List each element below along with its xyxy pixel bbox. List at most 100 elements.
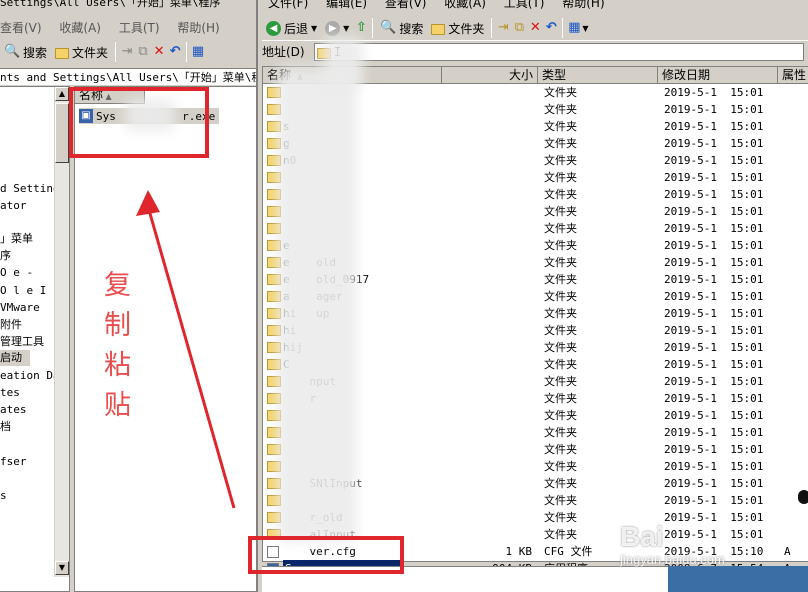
tree-item[interactable]: tes	[0, 385, 20, 401]
file-date: 2019-5-1 15:01	[664, 103, 764, 116]
tree-item[interactable]: VMware	[0, 300, 40, 316]
copy-to-icon[interactable]: ⧉	[135, 44, 151, 60]
file-date: 2019-5-1 15:01	[664, 222, 764, 235]
left-menu-tools[interactable]: 工具(T)	[119, 21, 160, 35]
undo-icon[interactable]: ↶	[543, 20, 559, 36]
menu-view[interactable]: 查看(V)	[385, 0, 427, 10]
col-type[interactable]: 类型	[538, 67, 658, 84]
tree-item[interactable]: s	[0, 488, 7, 504]
tree-item[interactable]: 管理工具	[0, 334, 44, 350]
copy-to-icon[interactable]: ⧉	[511, 20, 527, 36]
col-type-label: 类型	[542, 68, 567, 82]
left-address-bar[interactable]: nts and Settings\All Users\「开始」菜单\程序	[0, 68, 256, 85]
menu-edit[interactable]: 编辑(E)	[326, 0, 367, 10]
file-list: 名称▲ 大小 类型 修改日期 属性 文件夹2019-5-1 15:01文件夹20…	[262, 37, 808, 577]
tree-item[interactable]: ator	[0, 198, 27, 214]
up-folder-icon[interactable]: ⇧	[353, 20, 369, 36]
col-attr[interactable]: 属性	[778, 67, 808, 84]
tree-item[interactable]: 档	[0, 419, 11, 435]
file-date: 2019-5-1 15:01	[664, 137, 764, 150]
file-date: 2019-5-1 15:01	[664, 120, 764, 133]
annotation-copy-paste: 复 制 粘 贴	[104, 266, 134, 426]
menu-favorites[interactable]: 收藏(A)	[444, 0, 486, 10]
address-label: 地址(D)	[262, 45, 305, 59]
file-type: 文件夹	[544, 494, 577, 507]
file-date: 2019-5-1 15:01	[664, 154, 764, 167]
forward-arrow-icon: ▶	[325, 20, 341, 36]
left-folders-label: 文件夹	[72, 45, 109, 60]
dropdown-arrow-icon[interactable]: ▼	[343, 24, 349, 33]
left-search-button[interactable]: 🔍 搜索	[0, 41, 51, 63]
file-type: 文件夹	[544, 409, 577, 422]
scroll-up-icon[interactable]: ▲	[55, 87, 69, 101]
file-type: 文件夹	[544, 392, 577, 405]
folders-label: 文件夹	[448, 21, 485, 36]
file-type: 文件夹	[544, 256, 577, 269]
left-menu-help[interactable]: 帮助(H)	[177, 21, 219, 35]
file-type: 文件夹	[544, 307, 577, 320]
col-attr-label: 属性	[782, 68, 807, 82]
dropdown-arrow-icon[interactable]: ▼	[311, 24, 317, 33]
col-modified[interactable]: 修改日期	[658, 67, 778, 84]
file-date: 2019-5-1 15:01	[664, 443, 764, 456]
file-type: 文件夹	[544, 273, 577, 286]
left-menu-view[interactable]: 查看(V)	[0, 21, 42, 35]
file-size: 1 KB	[505, 545, 533, 558]
address-input[interactable]: I	[314, 43, 804, 61]
annotation-char: 复	[104, 270, 131, 301]
toolbar-separator	[115, 42, 117, 62]
tree-item[interactable]: 序	[0, 248, 11, 264]
views-icon[interactable]: ▦	[190, 44, 206, 60]
highlight-box-destination	[69, 87, 209, 158]
tree-item[interactable]: fser	[0, 454, 27, 470]
tree-item[interactable]: 」菜单	[0, 231, 33, 247]
file-type: 文件夹	[544, 120, 577, 133]
back-button[interactable]: ◀ 后退 ▼	[262, 17, 321, 39]
move-to-icon[interactable]: ⇥	[495, 20, 511, 36]
menu-help[interactable]: 帮助(H)	[562, 0, 604, 10]
toolbar-separator	[562, 18, 564, 38]
toolbar-separator	[491, 18, 493, 38]
search-button[interactable]: 🔍 搜索	[376, 17, 427, 39]
undo-icon[interactable]: ↶	[167, 44, 183, 60]
file-type: 文件夹	[544, 205, 577, 218]
file-date: 2019-5-1 15:01	[664, 273, 764, 286]
delete-icon[interactable]: ✕	[151, 44, 167, 60]
menu-file[interactable]: 文件(F)	[268, 0, 308, 10]
file-type: 文件夹	[544, 86, 577, 99]
tree-scrollbar[interactable]: ▲ ▼	[54, 87, 69, 577]
dropdown-arrow-icon[interactable]: ▼	[582, 24, 588, 33]
file-date: 2019-5-1 15:01	[664, 239, 764, 252]
col-size[interactable]: 大小	[442, 67, 538, 84]
file-date: 2019-5-1 15:01	[664, 86, 764, 99]
tree-item-startup[interactable]: 启动	[0, 350, 30, 366]
file-date: 2019-5-1 15:01	[664, 494, 764, 507]
scroll-thumb[interactable]	[55, 103, 69, 163]
back-label: 后退	[284, 21, 309, 36]
tree-item[interactable]: 附件	[0, 317, 22, 333]
file-type: 文件夹	[544, 137, 577, 150]
tree-item[interactable]: d Setting	[0, 181, 60, 197]
views-icon[interactable]: ▦	[566, 20, 582, 36]
file-date: 2019-5-1 15:01	[664, 171, 764, 184]
file-type: 文件夹	[544, 290, 577, 303]
delete-icon[interactable]: ✕	[527, 20, 543, 36]
folder-icon	[55, 47, 70, 59]
tree-item[interactable]: O e -	[0, 265, 33, 281]
left-title-path: Settings\All Users\「开始」菜单\程序	[0, 0, 221, 9]
forward-button[interactable]: ▶ ▼	[321, 17, 353, 39]
file-type: 文件夹	[544, 103, 577, 116]
move-to-icon[interactable]: ⇥	[119, 44, 135, 60]
baidu-watermark: Bai jingyan.baidu.com	[620, 522, 800, 572]
menu-tools[interactable]: 工具(T)	[504, 0, 545, 10]
file-date: 2019-5-1 15:01	[664, 409, 764, 422]
folders-button[interactable]: 文件夹	[427, 17, 488, 39]
tree-item[interactable]: O l e I	[0, 283, 46, 299]
left-menu-favorites[interactable]: 收藏(A)	[59, 21, 101, 35]
file-type: 文件夹	[544, 358, 577, 371]
left-folders-button[interactable]: 文件夹	[51, 41, 112, 63]
tree-item[interactable]: ates	[0, 402, 27, 418]
file-type: 文件夹	[544, 154, 577, 167]
scroll-down-icon[interactable]: ▼	[55, 561, 69, 575]
left-file-list: 名称 ▲ ▣ Sys r.exe	[74, 86, 256, 592]
